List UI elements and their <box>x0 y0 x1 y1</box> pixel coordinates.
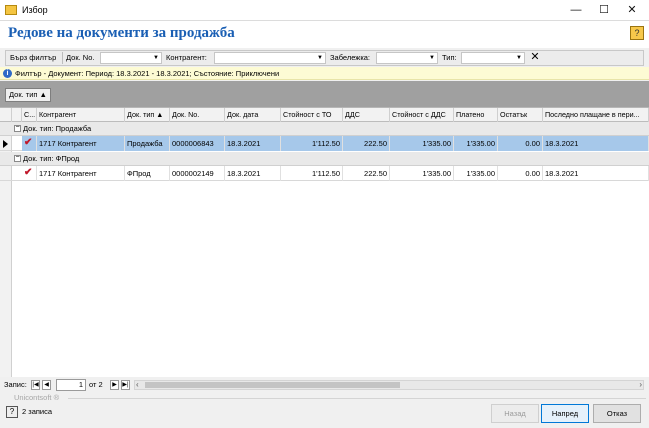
filter-info-bar: i Филтър - Документ: Период: 18.3.2021 -… <box>0 67 649 80</box>
group-label: Док. тип: Продажба <box>23 124 92 133</box>
scroll-left-icon[interactable]: ‹ <box>136 380 139 390</box>
quick-filter-button[interactable]: Бърз филтър <box>10 51 56 65</box>
maximize-icon[interactable]: ☐ <box>590 3 618 18</box>
record-total: от 2 <box>89 380 103 389</box>
type-combo[interactable]: ▼ <box>461 52 525 64</box>
note-label: Забележка: <box>330 53 371 62</box>
filter-info-text: Филтър - Документ: Период: 18.3.2021 - 1… <box>15 69 280 78</box>
chevron-down-icon: ▼ <box>429 55 435 61</box>
brand-label: Unicontsoft ® <box>14 393 60 402</box>
close-icon[interactable]: ✕ <box>618 3 646 18</box>
back-button[interactable]: Назад <box>491 404 539 423</box>
last-record-icon[interactable]: ▶| <box>121 380 130 390</box>
checkmark-icon: ✔ <box>22 136 37 151</box>
column-header-balance[interactable]: Остатък <box>498 108 543 122</box>
info-icon: i <box>3 69 12 78</box>
cell-doc-date: 18.3.2021 <box>225 166 281 181</box>
cell-doc-no: 0000006843 <box>170 136 225 151</box>
counterparty-label: Контрагент: <box>166 53 207 62</box>
cell-counterparty: 1717 Контрагент <box>37 166 125 181</box>
cell-paid: 1'335.00 <box>454 136 498 151</box>
group-row[interactable]: − Док. тип: Продажба <box>0 122 649 136</box>
page-header: Редове на документи за продажба ? <box>0 21 649 48</box>
collapse-icon[interactable]: − <box>14 154 21 162</box>
row-cells: ✔ 1717 Контрагент ФПрод 0000002149 18.3.… <box>22 166 649 181</box>
filter-toolbar: Бърз филтър Док. No. ▼ Контрагент: ▼ Заб… <box>5 50 644 66</box>
column-header-value-vat[interactable]: Стойност с ДДС <box>390 108 454 122</box>
cell-vat: 222.50 <box>343 136 390 151</box>
table-row[interactable]: ✔ 1717 Контрагент Продажба 0000006843 18… <box>0 136 649 151</box>
group-chip-doc-type[interactable]: Док. тип ▲ <box>5 88 51 102</box>
cell-counterparty: 1717 Контрагент <box>37 136 125 151</box>
cell-value-vat: 1'335.00 <box>390 136 454 151</box>
scrollbar-thumb[interactable] <box>145 382 400 388</box>
note-combo[interactable]: ▼ <box>376 52 438 64</box>
counterparty-combo[interactable]: ▼ <box>214 52 326 64</box>
collapse-icon[interactable]: − <box>14 124 21 132</box>
scroll-right-icon[interactable]: › <box>639 380 642 390</box>
help-icon[interactable]: ? <box>630 26 644 40</box>
type-label: Тип: <box>442 53 457 62</box>
checkmark-icon: ✔ <box>22 166 37 181</box>
record-navigator: Запис: |◀ ◀ 1 от 2 ▶ ▶| ‹ › <box>0 378 649 392</box>
current-row-icon <box>3 140 8 148</box>
separator <box>62 52 63 64</box>
column-header-last-payment[interactable]: Последно плащане в пери... <box>543 108 649 122</box>
grid-header-row: С... Контрагент Док. тип ▲ Док. No. Док.… <box>0 108 649 122</box>
cell-paid: 1'335.00 <box>454 166 498 181</box>
column-header-value-to[interactable]: Стойност с ТО <box>281 108 343 122</box>
column-header-doc-no[interactable]: Док. No. <box>170 108 225 122</box>
cell-doc-type: ФПрод <box>125 166 170 181</box>
record-count-status: 2 записа <box>22 407 53 416</box>
page-title: Редове на документи за продажба <box>8 25 235 41</box>
cell-doc-type: Продажба <box>125 136 170 151</box>
column-header-status[interactable]: С... <box>22 108 37 122</box>
cell-doc-no: 0000002149 <box>170 166 225 181</box>
chevron-down-icon: ▼ <box>516 55 522 61</box>
first-record-icon[interactable]: |◀ <box>31 380 40 390</box>
doc-no-label: Док. No. <box>66 53 95 62</box>
cell-balance: 0.00 <box>498 166 543 181</box>
window-title: Избор <box>22 5 48 15</box>
group-by-panel: Док. тип ▲ <box>0 81 649 107</box>
column-header-doc-type[interactable]: Док. тип ▲ <box>125 108 170 122</box>
prev-record-icon[interactable]: ◀ <box>42 380 51 390</box>
header-expand <box>12 108 22 122</box>
column-header-counterparty[interactable]: Контрагент <box>37 108 125 122</box>
table-row[interactable]: ✔ 1717 Контрагент ФПрод 0000002149 18.3.… <box>0 166 649 181</box>
header-indicator <box>0 108 12 122</box>
chevron-down-icon: ▼ <box>153 55 159 61</box>
footer-divider <box>68 398 646 399</box>
cell-balance: 0.00 <box>498 136 543 151</box>
app-folder-icon <box>5 5 17 15</box>
cell-doc-date: 18.3.2021 <box>225 136 281 151</box>
group-label: Док. тип: ФПрод <box>23 154 80 163</box>
current-record-input[interactable]: 1 <box>56 379 86 391</box>
title-bar: Избор — ☐ ✕ <box>0 0 649 21</box>
cell-value-to: 1'112.50 <box>281 136 343 151</box>
column-header-paid[interactable]: Платено <box>454 108 498 122</box>
cell-last-payment: 18.3.2021 <box>543 166 649 181</box>
chevron-down-icon: ▼ <box>317 55 323 61</box>
cell-vat: 222.50 <box>343 166 390 181</box>
clear-filter-icon[interactable]: ✕ <box>528 51 542 65</box>
cell-last-payment: 18.3.2021 <box>543 136 649 151</box>
cell-value-to: 1'112.50 <box>281 166 343 181</box>
cancel-button[interactable]: Отказ <box>593 404 641 423</box>
next-button[interactable]: Напред <box>541 404 589 423</box>
doc-no-combo[interactable]: ▼ <box>100 52 162 64</box>
group-row[interactable]: − Док. тип: ФПрод <box>0 152 649 166</box>
column-header-vat[interactable]: ДДС <box>343 108 390 122</box>
horizontal-scrollbar[interactable]: ‹ › <box>134 380 644 390</box>
row-cells: ✔ 1717 Контрагент Продажба 0000006843 18… <box>22 136 649 151</box>
next-record-icon[interactable]: ▶ <box>110 380 119 390</box>
navigator-label: Запис: <box>4 380 27 389</box>
help-status-icon[interactable]: ? <box>6 406 18 418</box>
column-header-doc-date[interactable]: Док. дата <box>225 108 281 122</box>
documents-grid: С... Контрагент Док. тип ▲ Док. No. Док.… <box>0 107 649 377</box>
minimize-icon[interactable]: — <box>562 3 590 18</box>
cell-value-vat: 1'335.00 <box>390 166 454 181</box>
